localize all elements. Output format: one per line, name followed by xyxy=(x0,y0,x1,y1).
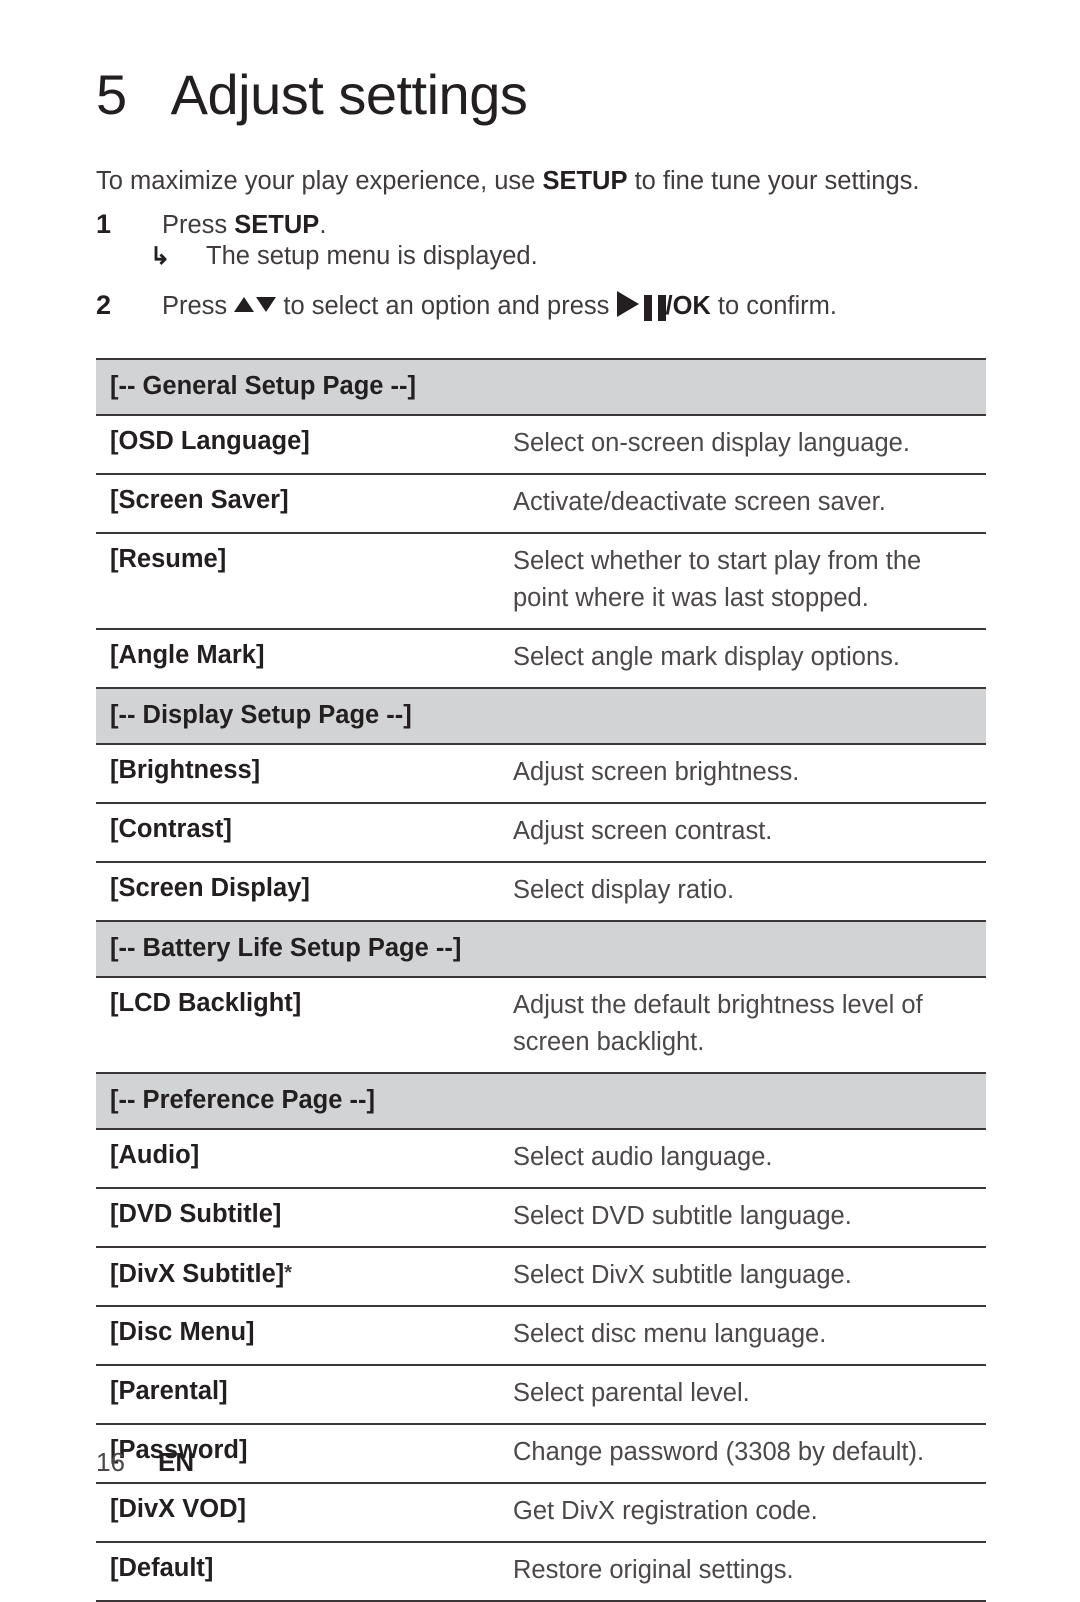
setting-label: [Brightness] xyxy=(110,756,261,784)
table-row: [Contrast] Adjust screen contrast. xyxy=(96,804,986,863)
step-1-result-text: The setup menu is displayed. xyxy=(206,242,538,270)
step-2-text: Press to select an option and press /OK … xyxy=(162,288,837,321)
manual-page: 5 Adjust settings To maximize your play … xyxy=(0,0,1080,1602)
section-header-desc xyxy=(513,1074,986,1128)
table-section-header: [-- Preference Page --] xyxy=(96,1074,986,1130)
intro-text-after: to fine tune your settings. xyxy=(627,167,920,195)
setting-label: [OSD Language] xyxy=(110,427,310,455)
play-icon xyxy=(616,291,639,317)
setting-label: [Screen Display] xyxy=(110,874,310,902)
setting-label: [Parental] xyxy=(110,1377,228,1405)
table-section-header: [-- Battery Life Setup Page --] xyxy=(96,922,986,978)
setting-description-line-2: point where it was last stopped. xyxy=(513,584,869,612)
table-row: [Parental] Select parental level. xyxy=(96,1366,986,1425)
setting-label: [Audio] xyxy=(110,1141,200,1169)
footer-language: EN xyxy=(158,1447,195,1477)
table-row: [Angle Mark] Select angle mark display o… xyxy=(96,630,986,689)
section-header-label: [-- Battery Life Setup Page --] xyxy=(110,934,462,962)
setting-label: [DivX Subtitle]* xyxy=(96,1248,513,1305)
setting-description: Adjust screen contrast. xyxy=(513,817,773,845)
setting-description: Select DVD subtitle language. xyxy=(513,1202,852,1230)
arrow-up-icon xyxy=(234,297,255,312)
up-down-arrows-icon xyxy=(234,296,277,318)
intro-emphasis-setup: SETUP xyxy=(542,167,628,195)
setting-description: Adjust the default brightness level of sc… xyxy=(513,978,986,1072)
setting-description: Get DivX registration code. xyxy=(513,1497,818,1525)
setting-description-line-1: Select whether to start play from the xyxy=(513,547,922,575)
table-row: [Screen Saver] Activate/deactivate scree… xyxy=(96,475,986,534)
table-row: [Audio] Select audio language. xyxy=(96,1130,986,1189)
setting-label: [Screen Saver] xyxy=(110,486,289,514)
setting-description: Restore original settings. xyxy=(513,1556,794,1584)
result-arrow-icon: ↳ xyxy=(150,243,171,270)
step-2-text-after: to confirm. xyxy=(710,292,837,320)
table-row: [LCD Backlight] Adjust the default brigh… xyxy=(96,978,986,1074)
setting-description: Adjust screen brightness. xyxy=(513,758,800,786)
step-2-ok-label: /OK xyxy=(665,292,711,320)
table-row: [Screen Display] Select display ratio. xyxy=(96,863,986,922)
step-2-text-middle: to select an option and press xyxy=(276,292,617,320)
setting-label: [Default] xyxy=(110,1554,214,1582)
setting-description: Select parental level. xyxy=(513,1379,750,1407)
table-row: [DivX Subtitle]* Select DivX subtitle la… xyxy=(96,1248,986,1307)
table-row: [Password] Change password (3308 by defa… xyxy=(96,1425,986,1484)
step-2-number: 2 xyxy=(96,290,112,320)
table-row: [Disc Menu] Select disc menu language. xyxy=(96,1307,986,1366)
setting-description: Select whether to start play from the poi… xyxy=(513,534,986,628)
chapter-title: Adjust settings xyxy=(170,63,528,126)
setting-description: Select angle mark display options. xyxy=(513,643,900,671)
section-header-label: [-- Preference Page --] xyxy=(110,1086,375,1114)
table-section-header: [-- Display Setup Page --] xyxy=(96,689,986,745)
table-row: [Resume] Select whether to start play fr… xyxy=(96,534,986,630)
chapter-number: 5 xyxy=(96,63,127,126)
setting-description: Activate/deactivate screen saver. xyxy=(513,488,886,516)
step-1-text-before: Press xyxy=(162,211,235,239)
step-1: 1 Press SETUP. xyxy=(96,209,326,240)
table-section-header: [-- General Setup Page --] xyxy=(96,358,986,416)
setting-label: [Resume] xyxy=(110,545,227,573)
step-1-text: Press SETUP. xyxy=(162,211,326,240)
section-header-label: [-- Display Setup Page --] xyxy=(110,701,412,729)
setting-label: [Disc Menu] xyxy=(110,1318,255,1346)
setting-label: [DivX VOD] xyxy=(110,1495,247,1523)
setting-description: Select audio language. xyxy=(513,1143,773,1171)
intro-text-before: To maximize your play experience, use xyxy=(96,167,543,195)
arrow-down-icon xyxy=(256,297,277,312)
setting-description: Select on-screen display language. xyxy=(513,429,910,457)
section-header-desc xyxy=(513,922,986,976)
setting-label: [Contrast] xyxy=(110,815,232,843)
table-row: [Brightness] Adjust screen brightness. xyxy=(96,745,986,804)
page-footer: 16 EN xyxy=(96,1447,194,1478)
setting-label: [LCD Backlight] xyxy=(110,989,302,1017)
table-row: [OSD Language] Select on-screen display … xyxy=(96,416,986,475)
footnote-marker: * xyxy=(284,1262,293,1284)
setting-description: Select display ratio. xyxy=(513,876,735,904)
table-row: [DVD Subtitle] Select DVD subtitle langu… xyxy=(96,1189,986,1248)
setting-description: Select disc menu language. xyxy=(513,1320,827,1348)
setting-description-line-2: screen backlight. xyxy=(513,1028,705,1056)
section-header-desc xyxy=(513,360,986,414)
step-1-number: 1 xyxy=(96,209,112,239)
footer-page-number: 16 xyxy=(96,1447,125,1477)
setting-label-text: [DivX Subtitle] xyxy=(110,1260,285,1288)
settings-table: [-- General Setup Page --] [OSD Language… xyxy=(96,358,986,1602)
intro-paragraph: To maximize your play experience, use SE… xyxy=(96,164,920,198)
setting-description: Select DivX subtitle language. xyxy=(513,1261,852,1289)
step-1-result: ↳ The setup menu is displayed. xyxy=(150,242,538,271)
setting-label: [DVD Subtitle] xyxy=(110,1200,282,1228)
step-1-emphasis-setup: SETUP xyxy=(234,211,320,239)
setting-label: [Angle Mark] xyxy=(110,641,265,669)
step-2-text-before: Press xyxy=(162,292,235,320)
setting-description: Change password (3308 by default). xyxy=(513,1438,925,1466)
table-row: [Default] Restore original settings. xyxy=(96,1543,986,1602)
step-1-text-after: . xyxy=(319,211,327,239)
section-header-label: [-- General Setup Page --] xyxy=(110,372,417,400)
setting-description-line-1: Adjust the default brightness level of xyxy=(513,991,923,1019)
pause-icon xyxy=(643,295,666,324)
page-title: 5 Adjust settings xyxy=(96,62,528,127)
step-2: 2 Press to select an option and press /O… xyxy=(96,288,837,321)
table-row: [DivX VOD] Get DivX registration code. xyxy=(96,1484,986,1543)
section-header-desc xyxy=(513,689,986,743)
